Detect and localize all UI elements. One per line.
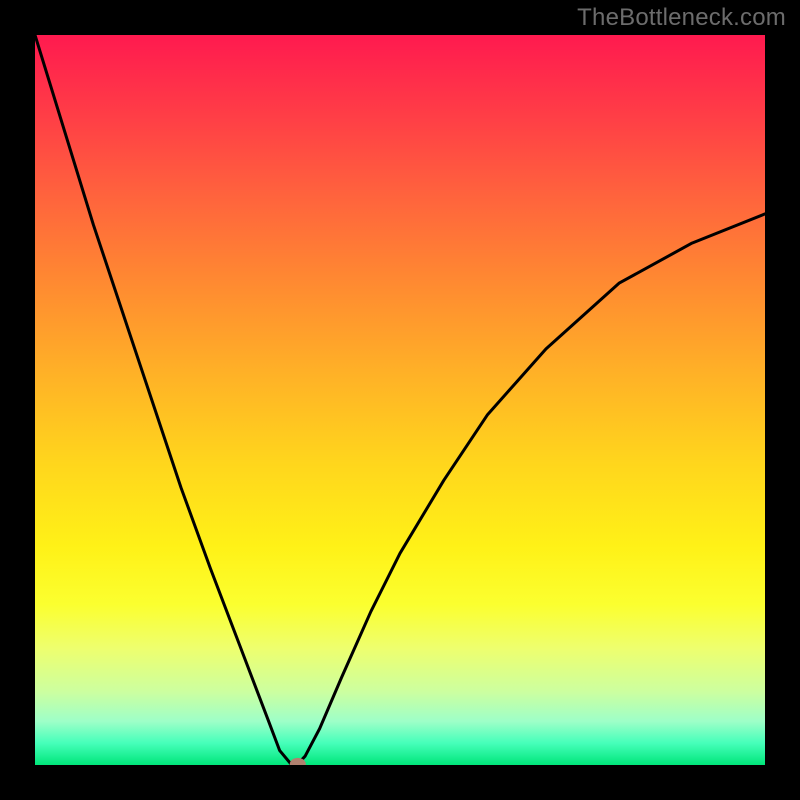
watermark-text: TheBottleneck.com	[577, 4, 786, 32]
chart-svg	[35, 35, 765, 765]
curve-line	[35, 35, 765, 764]
plot-area	[35, 35, 765, 765]
chart-frame: TheBottleneck.com	[0, 0, 800, 800]
